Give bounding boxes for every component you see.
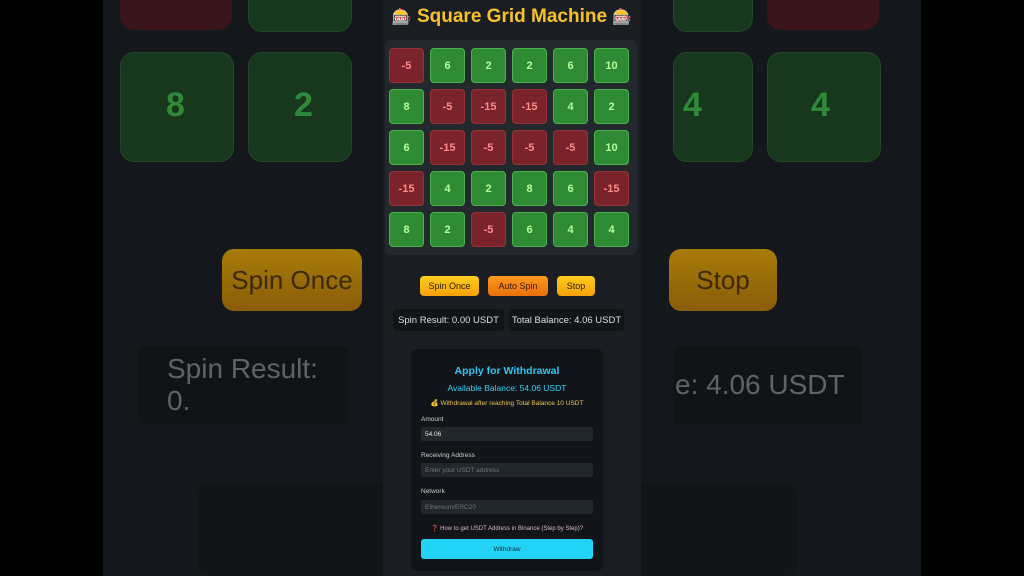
address-input[interactable]: Enter your USDT address bbox=[421, 463, 593, 477]
withdraw-button[interactable]: Withdraw bbox=[421, 539, 593, 559]
money-bag-icon: 💰 bbox=[430, 400, 439, 407]
grid-cell: -15 bbox=[594, 171, 629, 206]
grid-cell: -15 bbox=[389, 171, 424, 206]
help-link[interactable]: ❓ How to get USDT Address in Binance (St… bbox=[411, 525, 603, 532]
grid-cell: -5 bbox=[430, 89, 465, 124]
grid-cell: 6 bbox=[389, 130, 424, 165]
grid-cell: 6 bbox=[553, 48, 588, 83]
total-balance: Total Balance: 4.06 USDT bbox=[509, 309, 624, 331]
grid-cell: 4 bbox=[430, 171, 465, 206]
withdrawal-note-text: Withdrawal after reaching Total Balance … bbox=[440, 400, 584, 407]
bg-cell bbox=[767, 0, 879, 30]
stop-button[interactable]: Stop bbox=[557, 276, 595, 296]
help-link-text: How to get USDT Address in Binance (Step… bbox=[440, 526, 584, 532]
withdrawal-note: 💰 Withdrawal after reaching Total Balanc… bbox=[411, 399, 603, 407]
slot-machine-icon: 🎰 bbox=[391, 9, 412, 26]
grid-cell: 2 bbox=[471, 48, 506, 83]
grid-cell: 6 bbox=[553, 171, 588, 206]
grid-cell: 2 bbox=[471, 171, 506, 206]
page-title: 🎰 Square Grid Machine 🎰 bbox=[383, 6, 641, 28]
grid-cell: 2 bbox=[430, 212, 465, 247]
grid-cell: -5 bbox=[512, 130, 547, 165]
grid-cell: 10 bbox=[594, 130, 629, 165]
grid-cell: -15 bbox=[512, 89, 547, 124]
grid-cell: 8 bbox=[389, 212, 424, 247]
grid-cell: 2 bbox=[512, 48, 547, 83]
bg-cell bbox=[120, 0, 232, 30]
number-grid: -5 6 2 2 6 10 8 -5 -15 -15 4 2 6 -15 -5 -5 -5 10 -15 4 2 8 6 -1… bbox=[385, 40, 637, 255]
bg-stop-button: Stop bbox=[669, 249, 777, 311]
app-screen: 🎰 Square Grid Machine 🎰 -5 6 2 2 6 10 8 -5 -15 -1… bbox=[383, 0, 641, 576]
grid-cell: -15 bbox=[430, 130, 465, 165]
bg-total-balance: e: 4.06 USDT bbox=[673, 346, 863, 424]
bg-cell-number: 4 bbox=[811, 86, 830, 124]
withdrawal-panel: Apply for Withdrawal Available Balance: … bbox=[411, 349, 603, 571]
amount-input[interactable]: 54.06 bbox=[421, 427, 593, 441]
spin-once-button[interactable]: Spin Once bbox=[420, 276, 479, 296]
grid-cell: 6 bbox=[430, 48, 465, 83]
grid-cell: 4 bbox=[553, 212, 588, 247]
grid-cell: 2 bbox=[594, 89, 629, 124]
grid-cell: 4 bbox=[553, 89, 588, 124]
bg-spin-button: Spin Once bbox=[222, 249, 362, 311]
address-label: Receiving Address bbox=[421, 452, 475, 459]
question-mark-icon: ❓ bbox=[430, 526, 439, 532]
bg-spin-result: Spin Result: 0. bbox=[138, 346, 348, 424]
network-input[interactable]: Ethereum/ERC20 bbox=[421, 500, 593, 514]
bg-cell-number: 2 bbox=[294, 86, 313, 124]
page-title-text: Square Grid Machine bbox=[416, 6, 608, 27]
slot-machine-icon: 🎰 bbox=[612, 9, 633, 26]
bg-cell bbox=[673, 0, 753, 32]
grid-cell: 8 bbox=[512, 171, 547, 206]
spin-result: Spin Result: 0.00 USDT bbox=[393, 309, 504, 331]
grid-cell: 4 bbox=[594, 212, 629, 247]
grid-cell: -5 bbox=[553, 130, 588, 165]
grid-cell: 10 bbox=[594, 48, 629, 83]
grid-cell: -15 bbox=[471, 89, 506, 124]
bg-cell-number: 8 bbox=[166, 86, 185, 124]
grid-cell: 8 bbox=[389, 89, 424, 124]
withdrawal-title: Apply for Withdrawal bbox=[454, 365, 560, 377]
bg-cell-number: 4 bbox=[683, 86, 702, 124]
grid-cell: 6 bbox=[512, 212, 547, 247]
bg-cell bbox=[248, 0, 352, 32]
available-balance: Available Balance: 54.06 USDT bbox=[447, 383, 567, 393]
network-label: Network bbox=[421, 488, 445, 495]
amount-label: Amount bbox=[421, 416, 444, 423]
grid-cell: -5 bbox=[471, 212, 506, 247]
grid-cell: -5 bbox=[389, 48, 424, 83]
auto-spin-button[interactable]: Auto Spin bbox=[488, 276, 548, 296]
grid-cell: -5 bbox=[471, 130, 506, 165]
